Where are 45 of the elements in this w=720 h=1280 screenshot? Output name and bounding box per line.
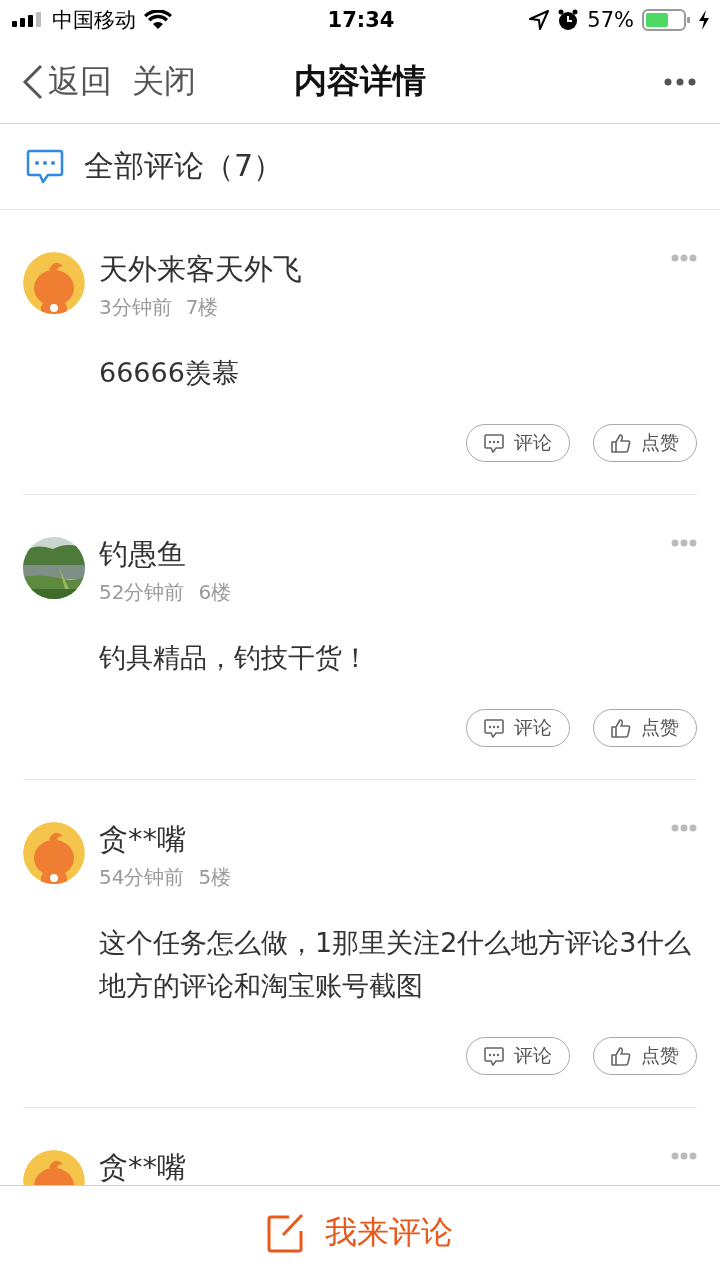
comment-icon bbox=[26, 148, 64, 185]
user-name: 钓愚鱼 bbox=[99, 537, 186, 571]
comment-icon bbox=[484, 433, 504, 453]
reply-button[interactable]: 评论 bbox=[466, 709, 570, 747]
charging-icon bbox=[698, 10, 710, 30]
battery-icon bbox=[642, 9, 690, 31]
back-icon bbox=[22, 63, 44, 100]
thumbs-up-icon bbox=[611, 718, 631, 738]
avatar-icon bbox=[23, 252, 85, 314]
signal-icon bbox=[12, 12, 44, 28]
write-comment-button[interactable]: 我来评论 bbox=[267, 1211, 453, 1255]
floor-number: 7楼 bbox=[185, 294, 219, 321]
battery-percent: 57% bbox=[587, 8, 634, 32]
status-time: 17:34 bbox=[327, 8, 395, 32]
user-name: 贪**嘴 bbox=[99, 822, 186, 856]
alarm-icon bbox=[557, 9, 580, 31]
thumbs-up-icon bbox=[611, 433, 631, 453]
section-title: 全部评论（7） bbox=[84, 147, 284, 185]
avatar-icon bbox=[23, 822, 85, 884]
carrier-name: 中国移动 bbox=[52, 7, 136, 34]
comment-text: 这个任务怎么做，1那里关注2什么地方评论3什么地方的评论和淘宝账号截图 bbox=[99, 926, 692, 1003]
comment-icon bbox=[484, 1046, 504, 1066]
floor-number: 6楼 bbox=[198, 579, 232, 606]
close-button[interactable]: 关闭 bbox=[132, 59, 196, 104]
like-button[interactable]: 点赞 bbox=[593, 709, 697, 747]
reply-button[interactable]: 评论 bbox=[466, 424, 570, 462]
comment-text: 66666羡慕 bbox=[99, 356, 240, 390]
back-button[interactable]: 返回 bbox=[22, 59, 112, 104]
edit-icon bbox=[267, 1213, 305, 1253]
like-button[interactable]: 点赞 bbox=[593, 1037, 697, 1075]
location-icon bbox=[529, 10, 550, 30]
wifi-icon bbox=[144, 10, 172, 30]
user-name: 天外来客天外飞 bbox=[99, 252, 302, 286]
comment-text: 钓具精品，钓技干货！ bbox=[99, 641, 370, 675]
floor-number: 5楼 bbox=[198, 864, 232, 891]
post-time: 3分钟前 bbox=[99, 294, 172, 321]
more-icon[interactable] bbox=[664, 77, 696, 86]
page-title: 内容详情 bbox=[294, 61, 426, 100]
reply-button[interactable]: 评论 bbox=[466, 1037, 570, 1075]
post-time: 54分钟前 bbox=[99, 864, 185, 891]
comment-icon bbox=[484, 718, 504, 738]
thumbs-up-icon bbox=[611, 1046, 631, 1066]
user-name: 贪**嘴 bbox=[99, 1150, 186, 1184]
post-time: 52分钟前 bbox=[99, 579, 185, 606]
like-button[interactable]: 点赞 bbox=[593, 424, 697, 462]
